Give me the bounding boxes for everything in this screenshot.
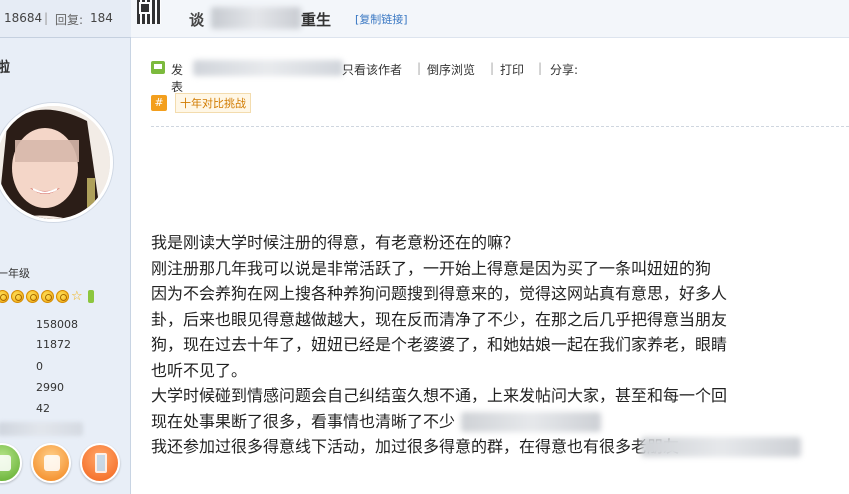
stat-row-4: 2990 (36, 381, 64, 394)
stat-row-1: 158008 (36, 318, 78, 331)
reply-label: 回复: (55, 13, 84, 27)
avatar[interactable] (0, 103, 113, 222)
author-bar-separator: | (417, 61, 422, 75)
stat-row-2: 11872 (36, 338, 71, 351)
post-line: 我是刚读大学时候注册的得意，有老意粉还在的嘛？ (151, 233, 520, 252)
username[interactable]: 啦 (0, 57, 10, 77)
author-bar-separator: | (490, 61, 495, 75)
share-label: 分享: (550, 63, 579, 77)
post-line: 刚注册那几年我可以说是非常活跃了，一开始上得意是因为买了一条叫妞妞的狗 (151, 258, 712, 278)
thread-title-prefix: 谈 (189, 11, 205, 29)
thread-stats-bar: 18684 | 回复: 184 (0, 0, 131, 38)
action-icons (0, 443, 120, 489)
thread-title: 重生 (301, 11, 332, 29)
only-author-link[interactable]: 只看该作者 (342, 61, 402, 78)
post-line-with-blur: 我还参加过很多得意线下活动，加过很多得意的群，在得意也有很多老朋友 (151, 434, 849, 460)
avatar-image (0, 106, 110, 219)
sun-medal-icon (0, 289, 9, 303)
copy-link-button[interactable]: [复制链接] (355, 11, 408, 27)
thread-title-bar: 谈 重生 [复制链接] (131, 0, 849, 38)
content-divider (151, 126, 849, 127)
sun-medal-icon (26, 289, 39, 303)
post-line-with-blur: 现在处事果断了很多，看事情也清晰了不少 (151, 409, 849, 435)
user-level: 一年级 (0, 267, 30, 280)
post-line: 也听不见了。 (151, 360, 248, 380)
blurred-title (211, 7, 301, 29)
sun-medal-icon (41, 289, 54, 303)
user-sidebar: 18684 | 回复: 184 啦 一年级 ☆ 158008 11872 0 2… (0, 0, 131, 494)
post-line: 狗，现在过去十年了，妞妞已经是个老婆婆了，和她姑娘一起在我们家养老，眼睛 (151, 335, 728, 354)
topic-tag[interactable]: # 十年对比挑战 (151, 92, 251, 114)
gift-icon[interactable] (0, 443, 22, 483)
post-line: 大学时候碰到情感问题会自己纠结蛮久想不通，上来发帖问大家，甚至和每一个回 (151, 386, 728, 405)
post-body: 我是刚读大学时候注册的得意，有老意粉还在的嘛？ 刚注册那几年我可以说是非常活跃了… (151, 230, 849, 460)
post-main: 谈 重生 [复制链接] 发表 只看该作者 | 倒序浏览 | 打印 | 分享: #… (131, 0, 849, 494)
star-icon: ☆ (71, 288, 83, 304)
bottle-icon (87, 289, 94, 303)
post-line-text: 现在处事果断了很多，看事情也清晰了不少 (151, 411, 456, 431)
blurred-text (461, 411, 601, 432)
stat-row-5: 42 (36, 402, 50, 415)
author-label: 发表 (171, 63, 184, 94)
sun-medal-icon (11, 289, 24, 303)
view-count: 18684 (4, 11, 43, 25)
print-link[interactable]: 打印 (500, 61, 524, 78)
hash-icon: # (151, 95, 167, 111)
reply-count: 184 (90, 11, 113, 25)
author-bar-separator: | (538, 61, 543, 75)
thumb-up-icon[interactable] (31, 443, 71, 483)
sun-medal-icon (56, 289, 69, 303)
post-line: 卦，后来也眼见得意越做越大，现在反而清净了不少，在那之后几乎把得意当朋友 (151, 309, 728, 329)
blurred-text (0, 422, 83, 436)
reverse-view-link[interactable]: 倒序浏览 (427, 61, 475, 78)
post-line: 因为不会养狗在网上搜各种养狗问题搜到得意来的，觉得这网站真有意思，好多人 (151, 284, 728, 303)
floor-icon (151, 61, 165, 74)
blurred-author (193, 60, 343, 76)
medal-row: ☆ (0, 288, 94, 304)
phone-icon[interactable] (80, 443, 120, 483)
topic-tag-label[interactable]: 十年对比挑战 (175, 93, 251, 113)
stats-separator: | (44, 11, 49, 25)
stat-row-3: 0 (36, 360, 43, 373)
blurred-text (641, 437, 801, 457)
qr-code-icon[interactable] (137, 0, 161, 24)
post-line-text: 我还参加过很多得意线下活动，加过很多得意的群，在得意也有很多老朋友 (151, 437, 680, 456)
